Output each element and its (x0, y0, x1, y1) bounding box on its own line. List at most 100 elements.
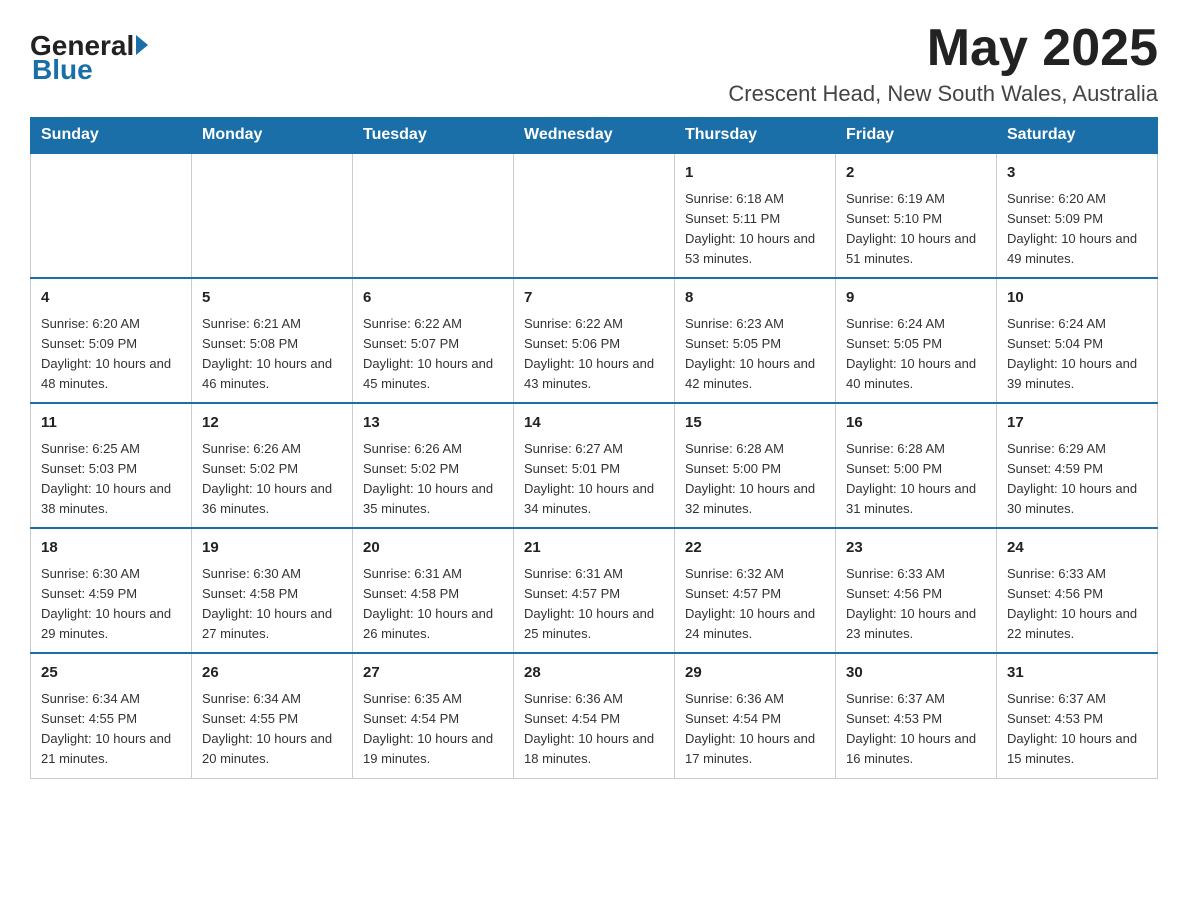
calendar-cell: 22 Sunrise: 6:32 AMSunset: 4:57 PMDayligh… (675, 528, 836, 653)
calendar-cell: 20 Sunrise: 6:31 AMSunset: 4:58 PMDayligh… (353, 528, 514, 653)
day-info: Sunrise: 6:28 AMSunset: 5:00 PMDaylight:… (685, 439, 825, 520)
day-number: 13 (363, 412, 503, 435)
day-number: 3 (1007, 162, 1147, 185)
day-info: Sunrise: 6:33 AMSunset: 4:56 PMDaylight:… (846, 564, 986, 645)
page-header: General Blue May 2025 Crescent Head, New… (30, 20, 1158, 107)
calendar-cell: 23 Sunrise: 6:33 AMSunset: 4:56 PMDayligh… (836, 528, 997, 653)
day-info: Sunrise: 6:36 AMSunset: 4:54 PMDaylight:… (685, 689, 825, 770)
day-number: 27 (363, 662, 503, 685)
day-number: 30 (846, 662, 986, 685)
calendar-cell: 25Sunrise: 6:34 AMSunset: 4:55 PMDayligh… (31, 653, 192, 778)
day-number: 8 (685, 287, 825, 310)
day-info: Sunrise: 6:22 AMSunset: 5:07 PMDaylight:… (363, 314, 503, 395)
day-info: Sunrise: 6:32 AMSunset: 4:57 PMDaylight:… (685, 564, 825, 645)
day-number: 18 (41, 537, 181, 560)
day-info: Sunrise: 6:28 AMSunset: 5:00 PMDaylight:… (846, 439, 986, 520)
calendar-cell: 28 Sunrise: 6:36 AMSunset: 4:54 PMDayligh… (514, 653, 675, 778)
calendar-cell: 8Sunrise: 6:23 AMSunset: 5:05 PMDaylight… (675, 278, 836, 403)
day-number: 20 (363, 537, 503, 560)
month-year-title: May 2025 (728, 20, 1158, 77)
calendar-header-sunday: Sunday (31, 118, 192, 154)
calendar-cell: 9 Sunrise: 6:24 AMSunset: 5:05 PMDaylight… (836, 278, 997, 403)
day-info: Sunrise: 6:27 AMSunset: 5:01 PMDaylight:… (524, 439, 664, 520)
calendar-cell: 24Sunrise: 6:33 AMSunset: 4:56 PMDayligh… (997, 528, 1158, 653)
day-info: Sunrise: 6:37 AMSunset: 4:53 PMDaylight:… (846, 689, 986, 770)
day-info: Sunrise: 6:29 AMSunset: 4:59 PMDaylight:… (1007, 439, 1147, 520)
week-row-1: 1 Sunrise: 6:18 AMSunset: 5:11 PMDaylight… (31, 153, 1158, 278)
day-info: Sunrise: 6:24 AMSunset: 5:04 PMDaylight:… (1007, 314, 1147, 395)
week-row-3: 11Sunrise: 6:25 AMSunset: 5:03 PMDayligh… (31, 403, 1158, 528)
week-row-2: 4Sunrise: 6:20 AMSunset: 5:09 PMDaylight… (31, 278, 1158, 403)
calendar-cell: 17 Sunrise: 6:29 AMSunset: 4:59 PMDayligh… (997, 403, 1158, 528)
day-number: 17 (1007, 412, 1147, 435)
week-row-4: 18 Sunrise: 6:30 AMSunset: 4:59 PMDayligh… (31, 528, 1158, 653)
calendar-header-saturday: Saturday (997, 118, 1158, 154)
day-info: Sunrise: 6:31 AMSunset: 4:57 PMDaylight:… (524, 564, 664, 645)
day-number: 14 (524, 412, 664, 435)
day-number: 23 (846, 537, 986, 560)
day-info: Sunrise: 6:31 AMSunset: 4:58 PMDaylight:… (363, 564, 503, 645)
day-info: Sunrise: 6:30 AMSunset: 4:58 PMDaylight:… (202, 564, 342, 645)
location-subtitle: Crescent Head, New South Wales, Australi… (728, 81, 1158, 107)
day-number: 11 (41, 412, 181, 435)
day-info: Sunrise: 6:26 AMSunset: 5:02 PMDaylight:… (202, 439, 342, 520)
day-number: 10 (1007, 287, 1147, 310)
calendar-cell: 3 Sunrise: 6:20 AMSunset: 5:09 PMDaylight… (997, 153, 1158, 278)
day-number: 9 (846, 287, 986, 310)
calendar-cell: 21Sunrise: 6:31 AMSunset: 4:57 PMDayligh… (514, 528, 675, 653)
day-info: Sunrise: 6:21 AMSunset: 5:08 PMDaylight:… (202, 314, 342, 395)
calendar-cell: 10 Sunrise: 6:24 AMSunset: 5:04 PMDayligh… (997, 278, 1158, 403)
calendar-cell (31, 153, 192, 278)
calendar-cell (514, 153, 675, 278)
calendar-cell: 11Sunrise: 6:25 AMSunset: 5:03 PMDayligh… (31, 403, 192, 528)
calendar-header-tuesday: Tuesday (353, 118, 514, 154)
day-info: Sunrise: 6:33 AMSunset: 4:56 PMDaylight:… (1007, 564, 1147, 645)
day-number: 7 (524, 287, 664, 310)
day-info: Sunrise: 6:26 AMSunset: 5:02 PMDaylight:… (363, 439, 503, 520)
calendar-header-wednesday: Wednesday (514, 118, 675, 154)
day-info: Sunrise: 6:36 AMSunset: 4:54 PMDaylight:… (524, 689, 664, 770)
logo-arrow-icon (136, 35, 148, 55)
calendar-cell (192, 153, 353, 278)
calendar-cell: 1 Sunrise: 6:18 AMSunset: 5:11 PMDaylight… (675, 153, 836, 278)
calendar-cell: 31Sunrise: 6:37 AMSunset: 4:53 PMDayligh… (997, 653, 1158, 778)
logo-blue: Blue (32, 54, 93, 86)
calendar-header-friday: Friday (836, 118, 997, 154)
day-info: Sunrise: 6:20 AMSunset: 5:09 PMDaylight:… (41, 314, 181, 395)
calendar-cell: 12 Sunrise: 6:26 AMSunset: 5:02 PMDayligh… (192, 403, 353, 528)
calendar-header-thursday: Thursday (675, 118, 836, 154)
calendar-cell: 26Sunrise: 6:34 AMSunset: 4:55 PMDayligh… (192, 653, 353, 778)
day-number: 29 (685, 662, 825, 685)
calendar-cell: 15 Sunrise: 6:28 AMSunset: 5:00 PMDayligh… (675, 403, 836, 528)
day-number: 2 (846, 162, 986, 185)
calendar-cell: 19 Sunrise: 6:30 AMSunset: 4:58 PMDayligh… (192, 528, 353, 653)
day-info: Sunrise: 6:24 AMSunset: 5:05 PMDaylight:… (846, 314, 986, 395)
day-info: Sunrise: 6:34 AMSunset: 4:55 PMDaylight:… (41, 689, 181, 770)
day-number: 28 (524, 662, 664, 685)
calendar-cell: 6 Sunrise: 6:22 AMSunset: 5:07 PMDaylight… (353, 278, 514, 403)
day-number: 31 (1007, 662, 1147, 685)
day-number: 22 (685, 537, 825, 560)
day-number: 15 (685, 412, 825, 435)
logo: General Blue (30, 20, 148, 86)
day-info: Sunrise: 6:35 AMSunset: 4:54 PMDaylight:… (363, 689, 503, 770)
day-info: Sunrise: 6:18 AMSunset: 5:11 PMDaylight:… (685, 189, 825, 270)
week-row-5: 25Sunrise: 6:34 AMSunset: 4:55 PMDayligh… (31, 653, 1158, 778)
calendar-cell: 4Sunrise: 6:20 AMSunset: 5:09 PMDaylight… (31, 278, 192, 403)
calendar-cell: 29 Sunrise: 6:36 AMSunset: 4:54 PMDayligh… (675, 653, 836, 778)
day-number: 6 (363, 287, 503, 310)
day-info: Sunrise: 6:22 AMSunset: 5:06 PMDaylight:… (524, 314, 664, 395)
day-number: 19 (202, 537, 342, 560)
day-number: 16 (846, 412, 986, 435)
calendar-cell: 2Sunrise: 6:19 AMSunset: 5:10 PMDaylight… (836, 153, 997, 278)
day-number: 12 (202, 412, 342, 435)
calendar-cell: 7 Sunrise: 6:22 AMSunset: 5:06 PMDaylight… (514, 278, 675, 403)
calendar-cell: 18 Sunrise: 6:30 AMSunset: 4:59 PMDayligh… (31, 528, 192, 653)
day-info: Sunrise: 6:34 AMSunset: 4:55 PMDaylight:… (202, 689, 342, 770)
day-number: 1 (685, 162, 825, 185)
calendar-table: SundayMondayTuesdayWednesdayThursdayFrid… (30, 117, 1158, 778)
calendar-cell: 16 Sunrise: 6:28 AMSunset: 5:00 PMDayligh… (836, 403, 997, 528)
calendar-cell: 27 Sunrise: 6:35 AMSunset: 4:54 PMDayligh… (353, 653, 514, 778)
day-info: Sunrise: 6:30 AMSunset: 4:59 PMDaylight:… (41, 564, 181, 645)
day-info: Sunrise: 6:20 AMSunset: 5:09 PMDaylight:… (1007, 189, 1147, 270)
